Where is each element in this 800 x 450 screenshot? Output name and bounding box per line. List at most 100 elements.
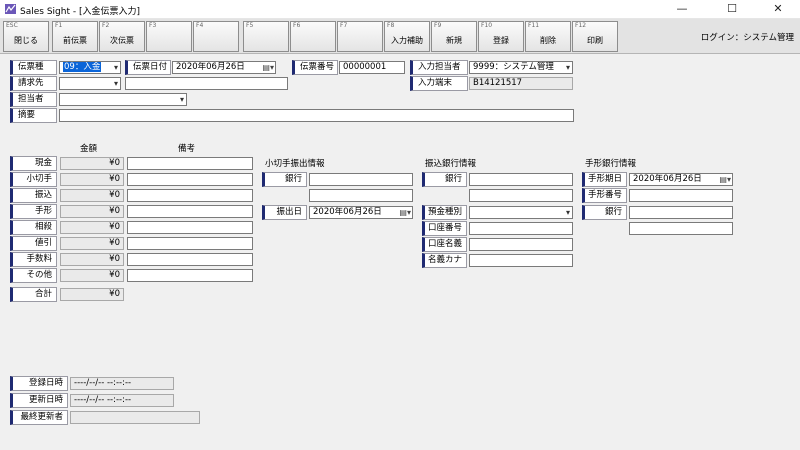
new-button[interactable]: F9 新規 [431, 21, 477, 52]
slip-type-value: 09：入金 [63, 62, 102, 72]
deposit-type-label: 預金種別 [422, 205, 467, 220]
function-key-toolbar: ESC 閉じる F1 前伝票 F2 次伝票 F3 F4 F5 F6 F7 F8 入力補助… [0, 19, 800, 54]
amount-fee[interactable]: ¥0 [60, 253, 124, 266]
input-user-label: 入力担当者 [410, 60, 468, 75]
f5-button[interactable]: F5 [243, 21, 289, 52]
register-button[interactable]: F10 登録 [478, 21, 524, 52]
billing-name-field[interactable] [125, 77, 288, 90]
account-no-field[interactable] [469, 222, 573, 235]
summary-label: 摘要 [10, 108, 57, 123]
transfer-section-title: 振込銀行情報 [425, 159, 477, 169]
check-section-title: 小切手振出情報 [265, 159, 325, 169]
summary-field[interactable] [59, 109, 574, 122]
calendar-icon[interactable]: ▤▾ [262, 62, 274, 73]
bill-section-title: 手形銀行情報 [585, 159, 637, 169]
transfer-bank-label: 銀行 [422, 172, 467, 187]
note-column-header: 備考 [178, 144, 196, 154]
amount-column-header: 金額 [80, 144, 98, 154]
app-logo-icon [5, 4, 16, 14]
amount-bill[interactable]: ¥0 [60, 205, 124, 218]
title-bar: Sales Sight - [入金伝票入力] — ☐ ✕ [0, 0, 800, 19]
deposit-type-select[interactable]: ▾ [469, 206, 573, 219]
transfer-bank-field-2[interactable] [469, 189, 573, 202]
billing-label: 請求先 [10, 76, 57, 91]
note-transfer[interactable] [127, 189, 253, 202]
amount-label-transfer: 振込 [10, 188, 57, 203]
amount-label-offset: 相殺 [10, 220, 57, 235]
note-offset[interactable] [127, 221, 253, 234]
calendar-icon[interactable]: ▤▾ [719, 174, 731, 185]
terminal-field: B14121517 [469, 77, 573, 90]
maximize-button[interactable]: ☐ [710, 0, 754, 19]
minimize-button[interactable]: — [660, 0, 704, 19]
amount-label-check: 小切手 [10, 172, 57, 187]
note-bill[interactable] [127, 205, 253, 218]
amount-label-other: その他 [10, 268, 57, 283]
bill-due-field[interactable]: 2020年06月26日 ▤▾ [629, 173, 733, 186]
amount-label-cash: 現金 [10, 156, 57, 171]
bill-no-label: 手形番号 [582, 188, 627, 203]
bill-bank-field[interactable] [629, 206, 733, 219]
bill-due-label: 手形期日 [582, 172, 627, 187]
updated-field: ----/--/-- --:--:-- [70, 394, 174, 407]
chevron-down-icon: ▾ [565, 63, 570, 72]
check-bank-field-2[interactable] [309, 189, 413, 202]
f7-button[interactable]: F7 [337, 21, 383, 52]
note-cash[interactable] [127, 157, 253, 170]
kana-label: 名義カナ [422, 253, 467, 268]
slip-type-label: 伝票種 [10, 60, 57, 75]
bill-no-field[interactable] [629, 189, 733, 202]
note-check[interactable] [127, 173, 253, 186]
delete-button[interactable]: F11 削除 [525, 21, 571, 52]
note-fee[interactable] [127, 253, 253, 266]
f6-button[interactable]: F6 [290, 21, 336, 52]
f4-button[interactable]: F4 [193, 21, 239, 52]
f3-button[interactable]: F3 [146, 21, 192, 52]
note-discount[interactable] [127, 237, 253, 250]
calendar-icon[interactable]: ▤▾ [399, 207, 411, 218]
input-user-select[interactable]: 9999：システム管理 ▾ [469, 61, 573, 74]
kana-field[interactable] [469, 254, 573, 267]
close-button[interactable]: ESC 閉じる [3, 21, 49, 52]
print-button[interactable]: F12 印刷 [572, 21, 618, 52]
transfer-bank-field[interactable] [469, 173, 573, 186]
account-name-label: 口座名義 [422, 237, 467, 252]
next-slip-button[interactable]: F2 次伝票 [99, 21, 145, 52]
prev-slip-button[interactable]: F1 前伝票 [52, 21, 98, 52]
input-assist-button[interactable]: F8 入力補助 [384, 21, 430, 52]
check-bank-field[interactable] [309, 173, 413, 186]
account-name-field[interactable] [469, 238, 573, 251]
amount-discount[interactable]: ¥0 [60, 237, 124, 250]
slip-type-select[interactable]: 09：入金 ▾ [59, 61, 121, 74]
slip-date-field[interactable]: 2020年06月26日 ▤▾ [172, 61, 276, 74]
slip-no-label: 伝票番号 [292, 60, 338, 75]
chevron-down-icon: ▾ [113, 63, 118, 72]
billing-code-select[interactable]: ▾ [59, 77, 121, 90]
amount-transfer[interactable]: ¥0 [60, 189, 124, 202]
amount-label-bill: 手形 [10, 204, 57, 219]
staff-select[interactable]: ▾ [59, 93, 187, 106]
chevron-down-icon: ▾ [113, 79, 118, 88]
bill-bank-field-2[interactable] [629, 222, 733, 235]
staff-label: 担当者 [10, 92, 57, 107]
amount-cash[interactable]: ¥0 [60, 157, 124, 170]
terminal-label: 入力端末 [410, 76, 468, 91]
amount-other[interactable]: ¥0 [60, 269, 124, 282]
amount-offset[interactable]: ¥0 [60, 221, 124, 234]
updated-label: 更新日時 [10, 393, 68, 408]
note-other[interactable] [127, 269, 253, 282]
amount-label-fee: 手数料 [10, 252, 57, 267]
slip-date-label: 伝票日付 [125, 60, 171, 75]
check-bank-label: 銀行 [262, 172, 307, 187]
amount-check[interactable]: ¥0 [60, 173, 124, 186]
close-window-button[interactable]: ✕ [756, 0, 800, 19]
last-user-field [70, 411, 200, 424]
window-title: Sales Sight - [入金伝票入力] [20, 7, 140, 17]
created-field: ----/--/-- --:--:-- [70, 377, 174, 390]
issue-date-field[interactable]: 2020年06月26日 ▤▾ [309, 206, 413, 219]
bill-bank-label: 銀行 [582, 205, 627, 220]
login-status: ログイン：システム管理 [700, 33, 794, 43]
account-no-label: 口座番号 [422, 221, 467, 236]
slip-no-field[interactable]: 00000001 [339, 61, 405, 74]
last-user-label: 最終更新者 [10, 410, 68, 425]
